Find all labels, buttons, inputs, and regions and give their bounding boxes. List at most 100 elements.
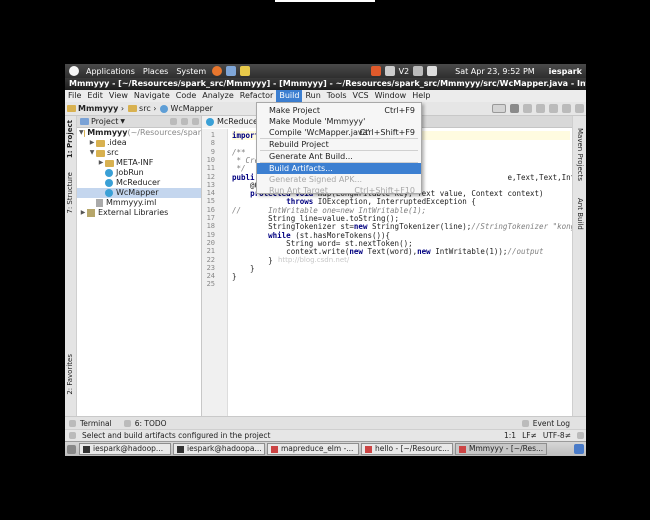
tree-item-label: McReducer <box>116 178 161 187</box>
panel-user[interactable]: iespark <box>545 67 586 76</box>
panel-menu-places[interactable]: Places <box>139 67 172 76</box>
build-menu-item-label: Rebuild Project <box>269 140 329 149</box>
run-icon[interactable] <box>510 104 519 113</box>
intellij-icon <box>365 445 372 453</box>
tab-todo[interactable]: 6: TODO <box>135 419 167 428</box>
build-menu-item-label: Build Artifacts... <box>269 164 333 173</box>
build-menu-item[interactable]: Build Artifacts... <box>257 163 421 174</box>
panel-menu-system[interactable]: System <box>172 67 210 76</box>
tab-structure[interactable]: 7: Structure <box>66 172 74 214</box>
taskbar-item[interactable]: iespark@hadoopa... <box>173 443 265 455</box>
gnome-foot-icon[interactable] <box>69 66 79 76</box>
tree-expander-icon[interactable]: ▶ <box>88 138 96 148</box>
terminal-icon <box>83 445 90 453</box>
build-menu-item[interactable]: Generate Ant Build... <box>257 151 421 162</box>
tab-project[interactable]: 1: Project <box>66 120 74 158</box>
taskbar-item[interactable]: mapreduce_elm -... <box>267 443 359 455</box>
run-config-dropdown[interactable] <box>492 104 506 113</box>
menu-refactor[interactable]: Refactor <box>237 90 277 102</box>
tree-expander-icon[interactable]: ▶ <box>97 158 105 168</box>
class-icon <box>105 169 113 177</box>
build-menu-item[interactable]: Make Project Ctrl+F9 <box>257 105 421 116</box>
project-header-label[interactable]: Project <box>91 117 118 126</box>
workspace-switcher-icon[interactable] <box>574 444 584 454</box>
panel-menu-applications[interactable]: Applications <box>82 67 139 76</box>
caret-position[interactable]: 1:1 <box>504 431 516 440</box>
menu-build[interactable]: Build <box>276 90 303 102</box>
code-line: } <box>232 272 237 282</box>
tree-item[interactable]: ▶ External Libraries <box>77 208 201 218</box>
taskbar-item[interactable]: hello - [~/Resourc... <box>361 443 453 455</box>
mail-indicator-icon[interactable] <box>427 66 438 76</box>
menu-navigate[interactable]: Navigate <box>131 90 173 102</box>
menu-edit[interactable]: Edit <box>84 90 106 102</box>
menu-code[interactable]: Code <box>173 90 199 102</box>
tree-item-label: JobRun <box>116 168 144 177</box>
tree-expander-icon[interactable]: ▼ <box>79 128 84 138</box>
file-encoding[interactable]: UTF-8≠ <box>543 431 571 440</box>
tab-event-log[interactable]: Event Log <box>533 419 570 428</box>
menu-analyze[interactable]: Analyze <box>199 90 237 102</box>
tree-expander-icon[interactable]: ▼ <box>88 148 96 158</box>
tab-ant-build[interactable]: Ant Build <box>576 198 584 230</box>
tree-item[interactable]: WcMapper <box>77 188 201 198</box>
firefox-icon[interactable] <box>212 66 223 76</box>
tree-expander-icon[interactable]: ▶ <box>79 208 87 218</box>
tab-maven-projects[interactable]: Maven Projects <box>576 128 584 181</box>
taskbar-item-label: iespark@hadoopa... <box>187 444 262 453</box>
breadcrumb-src[interactable]: src › <box>126 104 158 113</box>
lock-icon[interactable] <box>577 432 584 439</box>
stop-icon[interactable] <box>536 104 545 113</box>
menu-file[interactable]: File <box>65 90 84 102</box>
search-icon[interactable] <box>575 104 584 113</box>
build-menu-item: Run Ant Target Ctrl+Shift+F10 <box>257 185 421 196</box>
build-menu-item[interactable]: Rebuild Project <box>257 139 421 150</box>
tree-item[interactable]: ▼ Mmmyyy (~/Resources/spar <box>77 128 201 138</box>
line-number: 19 <box>206 230 215 239</box>
breadcrumb-label: WcMapper <box>170 104 213 113</box>
tree-item[interactable]: JobRun <box>77 168 201 178</box>
notes-icon[interactable] <box>240 66 251 76</box>
gear-icon[interactable] <box>192 118 199 125</box>
tab-terminal[interactable]: Terminal <box>80 419 112 428</box>
chevron-down-icon[interactable]: ▼ <box>120 118 125 125</box>
toggle-tool-windows-icon[interactable] <box>69 432 76 439</box>
menu-run[interactable]: Run <box>302 90 323 102</box>
breadcrumb-label: Mmmyyy <box>78 104 119 113</box>
line-separator[interactable]: LF≠ <box>522 431 537 440</box>
build-menu-item[interactable]: Compile 'WcMapper.java' Ctrl+Shift+F9 <box>257 127 421 138</box>
panel-clock[interactable]: Sat Apr 23, 9:52 PM <box>451 67 539 76</box>
build-menu-item[interactable]: Make Module 'Mmmyyy' <box>257 116 421 127</box>
volume-icon[interactable] <box>413 66 424 76</box>
tab-favorites[interactable]: 2: Favorites <box>66 354 74 395</box>
settings-icon[interactable] <box>549 104 558 113</box>
menu-tools[interactable]: Tools <box>324 90 350 102</box>
menu-view[interactable]: View <box>106 90 131 102</box>
menu-vcs[interactable]: VCS <box>350 90 372 102</box>
tree-item[interactable]: Mmmyyy.iml <box>77 198 201 208</box>
taskbar-item[interactable]: iespark@hadoop... <box>79 443 171 455</box>
update-notifier-icon[interactable] <box>370 66 381 76</box>
line-number: 9 <box>210 147 215 156</box>
taskbar-item-label: hello - [~/Resourc... <box>375 444 450 453</box>
tree-item[interactable]: ▶ .idea <box>77 138 201 148</box>
build-menu-item-label: Compile 'WcMapper.java' <box>269 128 370 137</box>
tree-item[interactable]: ▼ src <box>77 148 201 158</box>
iml-icon <box>96 199 103 207</box>
indicator-v2[interactable]: V2 <box>397 67 412 76</box>
breadcrumb-file[interactable]: WcMapper <box>158 104 214 113</box>
project-structure-icon[interactable] <box>562 104 571 113</box>
taskbar-item-active[interactable]: Mmmyyy - [~/Res... <box>455 443 547 455</box>
sync-icon[interactable] <box>170 118 177 125</box>
tree-item[interactable]: McReducer <box>77 178 201 188</box>
menu-window[interactable]: Window <box>372 90 410 102</box>
menu-help[interactable]: Help <box>409 90 433 102</box>
tree-item[interactable]: ▶ META-INF <box>77 158 201 168</box>
collapse-icon[interactable] <box>181 118 188 125</box>
line-number: 20 <box>206 238 215 247</box>
breadcrumb-project[interactable]: Mmmyyy › <box>65 104 126 113</box>
mail-icon[interactable] <box>226 66 237 76</box>
debug-icon[interactable] <box>523 104 532 113</box>
show-desktop-icon[interactable] <box>67 444 76 454</box>
network-icon[interactable] <box>384 66 395 76</box>
